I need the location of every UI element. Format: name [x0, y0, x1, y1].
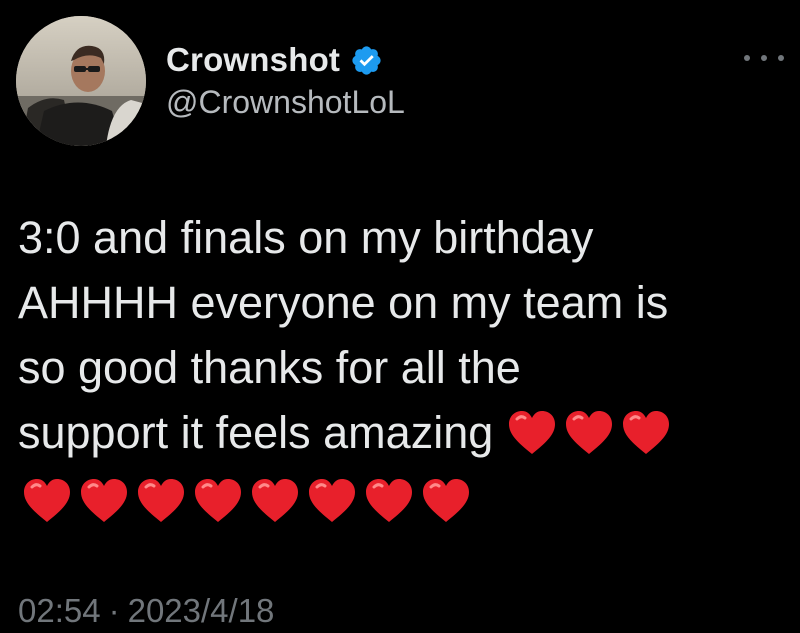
author-handle[interactable]: @CrownshotLoL	[166, 84, 405, 121]
inline-heart-emojis	[507, 410, 678, 456]
tweet-time: 02:54	[18, 592, 101, 629]
timestamp-separator: ·	[108, 592, 120, 629]
more-horizontal-icon	[761, 55, 767, 61]
red-heart-emoji	[81, 479, 127, 522]
tweet-text: 3:0 and finals on my birthday AHHHH ever…	[18, 205, 788, 465]
author-display-name[interactable]: Crownshot	[166, 41, 340, 79]
red-heart-emoji	[623, 411, 670, 454]
red-heart-emoji	[366, 479, 412, 522]
red-heart-emoji	[252, 479, 298, 522]
red-heart-emoji	[566, 411, 613, 454]
tweet-timestamp[interactable]: 02:54 · 2023/4/18	[18, 592, 274, 630]
more-horizontal-icon	[744, 55, 750, 61]
red-heart-emoji	[195, 479, 241, 522]
more-options-button[interactable]	[744, 46, 784, 70]
tweet-date: 2023/4/18	[127, 592, 275, 629]
tweet-card: Crownshot @CrownshotLoL 3:0 and finals o…	[0, 0, 800, 633]
red-heart-emoji	[24, 479, 70, 522]
trailing-heart-emojis	[22, 478, 478, 524]
red-heart-emoji	[309, 479, 355, 522]
avatar-photo	[16, 16, 146, 146]
red-heart-emoji	[509, 411, 556, 454]
author-name-row: Crownshot	[166, 38, 383, 82]
verified-badge-icon	[350, 44, 383, 77]
more-horizontal-icon	[778, 55, 784, 61]
red-heart-emoji	[423, 479, 469, 522]
author-avatar[interactable]	[16, 16, 146, 146]
red-heart-emoji	[138, 479, 184, 522]
